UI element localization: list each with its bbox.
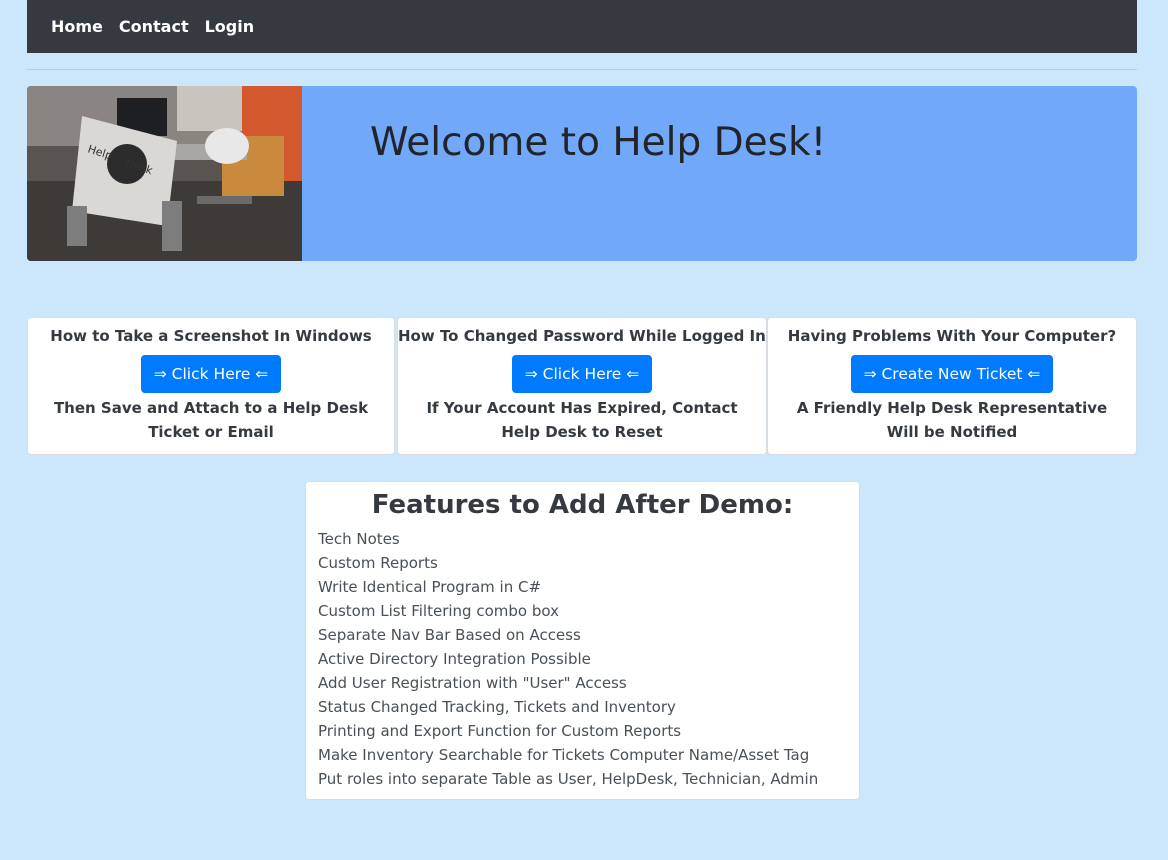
list-item: Put roles into separate Table as User, H… (318, 770, 819, 788)
list-item: Custom List Filtering combo box (318, 602, 559, 620)
welcome-banner: Help Desk Welcome to Help Desk! (27, 86, 1137, 261)
list-item: Tech Notes (318, 530, 400, 548)
list-item: Custom Reports (318, 554, 438, 572)
list-item: Write Identical Program in C# (318, 578, 542, 596)
password-click-here-button[interactable]: ⇒ Click Here ⇐ (511, 355, 653, 393)
list-item: Make Inventory Searchable for Tickets Co… (318, 746, 810, 764)
screenshot-click-here-button[interactable]: ⇒ Click Here ⇐ (140, 355, 282, 393)
features-title: Features to Add After Demo: (371, 490, 794, 520)
list-item: Add User Registration with "User" Access (318, 674, 627, 692)
list-item: Status Changed Tracking, Tickets and Inv… (318, 698, 676, 716)
card-note: A Friendly Help Desk Representative Will… (796, 399, 1108, 441)
list-item: Separate Nav Bar Based on Access (318, 626, 581, 644)
new-ticket-card: Having Problems With Your Computer? ⇒ Cr… (767, 317, 1137, 455)
card-note: If Your Account Has Expired, Contact Hel… (426, 399, 738, 441)
screenshot-help-card: How to Take a Screenshot In Windows ⇒ Cl… (27, 317, 395, 455)
nav-home-link[interactable]: Home (51, 17, 103, 36)
features-list: Tech Notes Custom Reports Write Identica… (306, 527, 859, 791)
header-divider (27, 69, 1137, 70)
card-heading: How to Take a Screenshot In Windows (50, 327, 372, 345)
card-note: Then Save and Attach to a Help Desk Tick… (53, 399, 369, 441)
nav-contact-link[interactable]: Contact (119, 17, 189, 36)
help-desk-photo: Help Desk (27, 86, 302, 261)
list-item: Printing and Export Function for Custom … (318, 722, 682, 740)
card-heading: How To Changed Password While Logged In. (398, 327, 772, 345)
features-panel: Features to Add After Demo: Tech Notes C… (305, 481, 860, 800)
password-help-card: How To Changed Password While Logged In.… (397, 317, 772, 455)
nav-login-link[interactable]: Login (205, 17, 255, 36)
page-title: Welcome to Help Desk! (370, 120, 827, 165)
create-new-ticket-button[interactable]: ⇒ Create New Ticket ⇐ (850, 355, 1054, 393)
card-heading: Having Problems With Your Computer? (787, 327, 1117, 345)
list-item: Active Directory Integration Possible (318, 650, 591, 668)
top-navbar: Home Contact Login (27, 0, 1137, 53)
